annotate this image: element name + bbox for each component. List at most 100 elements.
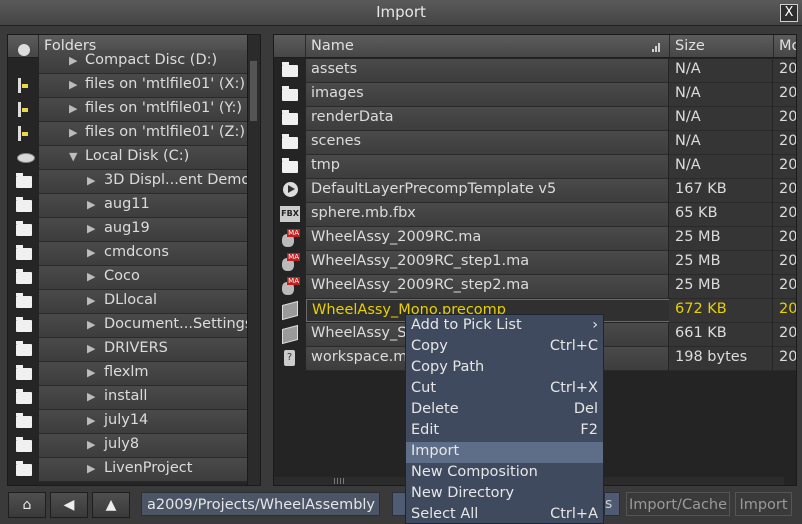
folder-tree-icon-cell — [8, 218, 38, 241]
collapsed-arrow-icon[interactable]: ▶ — [87, 174, 95, 187]
folder-tree-item[interactable]: ▶ 3D Displ...ent Demo — [8, 170, 250, 194]
file-size: 661 KB — [675, 325, 727, 341]
collapsed-arrow-icon[interactable]: ▶ — [87, 414, 95, 427]
folder-tree-item[interactable]: ▶ files on 'mtlfile01' (Z:) — [8, 122, 247, 146]
context-menu-item[interactable]: Copy Ctrl+C — [406, 337, 603, 358]
maya-file-icon: MA — [280, 277, 300, 296]
collapsed-arrow-icon[interactable]: ▶ — [87, 342, 95, 355]
folder-tree-item[interactable]: ▶ aug19 — [8, 218, 247, 242]
network-drive-icon — [18, 78, 28, 93]
column-header-size[interactable]: Size — [675, 38, 705, 54]
close-button[interactable]: X — [780, 4, 798, 22]
home-button[interactable]: ⌂ — [8, 492, 46, 518]
folder-tree-item[interactable]: ▶ july14 — [8, 410, 247, 434]
folders-scroll-thumb[interactable] — [250, 61, 257, 121]
back-button[interactable]: ◀ — [50, 492, 88, 518]
file-row[interactable]: FBX sphere.mb.fbx 65 KB 20 — [274, 203, 796, 227]
file-size: N/A — [675, 85, 701, 101]
path-field[interactable]: a2009/Projects/WheelAssembly — [141, 492, 380, 516]
file-row[interactable]: MA WheelAssy_2009RC_step2.ma 25 MB 20 — [274, 275, 796, 299]
folder-tree-label-cell: ▶ july8 — [39, 434, 247, 458]
file-row[interactable]: MA WheelAssy_2009RC_step1.ma 25 MB 20 — [274, 251, 796, 275]
file-size: N/A — [675, 109, 701, 125]
folder-tree-item[interactable]: ▶ files on 'mtlfile01' (Y:) — [8, 98, 247, 122]
folder-tree-label-cell: ▶ july14 — [39, 410, 247, 434]
context-menu-item[interactable]: New Directory — [406, 484, 603, 505]
context-menu-item[interactable]: Import — [406, 442, 603, 463]
folders-scrollbar[interactable] — [247, 35, 260, 485]
folder-tree-item[interactable]: ▶ Document...Settings — [8, 314, 252, 338]
file-size-cell: N/A — [669, 59, 772, 83]
collapsed-arrow-icon[interactable]: ▶ — [87, 246, 95, 259]
file-icon-cell — [274, 131, 305, 154]
file-row[interactable]: renderData N/A 20 — [274, 107, 796, 131]
file-modified-cell: 20 — [773, 179, 796, 203]
collapsed-arrow-icon[interactable]: ▶ — [69, 78, 77, 91]
folder-tree-item[interactable]: ▶ DLlocal — [8, 290, 247, 314]
column-header-modified[interactable]: Mo — [779, 38, 796, 54]
sort-icon[interactable] — [652, 42, 662, 52]
file-size: N/A — [675, 157, 701, 173]
folder-tree-item[interactable]: ▶ aug11 — [8, 194, 247, 218]
file-size: N/A — [675, 61, 701, 77]
file-modified: 20 — [779, 85, 797, 101]
folder-tree-item[interactable]: ▶ LivenProject — [8, 458, 247, 482]
column-header-name[interactable]: Name — [311, 38, 354, 54]
context-menu-item[interactable]: Edit F2 — [406, 421, 603, 442]
folder-tree-item[interactable]: ▶ install — [8, 386, 247, 410]
collapsed-arrow-icon[interactable]: ▶ — [87, 438, 95, 451]
context-menu-item[interactable]: Select All Ctrl+A — [406, 505, 603, 523]
collapsed-arrow-icon[interactable]: ▶ — [87, 390, 95, 403]
context-menu-item[interactable]: Copy Path — [406, 358, 603, 379]
context-menu-item[interactable]: Add to Pick List › — [406, 316, 603, 337]
folder-tree-item[interactable]: ▶ files on 'mtlfile01' (X:) — [8, 74, 247, 98]
folder-tree-label: july8 — [104, 436, 140, 452]
folder-tree-item[interactable]: ▶ july8 — [8, 434, 247, 458]
folder-tree-item[interactable]: ▶ DRIVERS — [8, 338, 247, 362]
file-modified-cell: 20 — [773, 251, 796, 275]
expanded-arrow-icon[interactable]: ▼ — [69, 150, 77, 163]
file-icon-cell — [274, 59, 305, 82]
collapsed-arrow-icon[interactable]: ▶ — [69, 54, 77, 67]
file-name-cell: WheelAssy_2009RC_step1.ma — [306, 251, 668, 275]
import-cache-button[interactable]: Import/Cache — [626, 492, 730, 516]
file-modified: 20 — [779, 229, 797, 245]
file-size-cell: 65 KB — [669, 203, 772, 227]
folder-tree-item[interactable]: ▶ Coco — [8, 266, 247, 290]
import-button[interactable]: Import — [735, 492, 792, 516]
collapsed-arrow-icon[interactable]: ▶ — [87, 222, 95, 235]
context-menu-item[interactable]: Cut Ctrl+X — [406, 379, 603, 400]
collapsed-arrow-icon[interactable]: ▶ — [87, 366, 95, 379]
folder-tree-item[interactable]: ▶ flexlm — [8, 362, 247, 386]
collapsed-arrow-icon[interactable]: ▶ — [87, 294, 95, 307]
collapsed-arrow-icon[interactable]: ▶ — [69, 102, 77, 115]
file-row[interactable]: scenes N/A 20 — [274, 131, 796, 155]
file-row[interactable]: assets N/A 20 — [274, 59, 796, 83]
folder-icon — [16, 173, 32, 188]
context-menu-item[interactable]: New Composition — [406, 463, 603, 484]
folder-tree-item[interactable]: ▼ Local Disk (C:) — [8, 146, 247, 170]
file-size-cell: 167 KB — [669, 179, 772, 203]
collapsed-arrow-icon[interactable]: ▶ — [87, 462, 95, 475]
folder-icon — [282, 134, 298, 149]
context-menu-item[interactable]: Delete Del — [406, 400, 603, 421]
folder-icon — [16, 437, 32, 452]
collapsed-arrow-icon[interactable]: ▶ — [87, 270, 95, 283]
file-row[interactable]: DefaultLayerPrecompTemplate v5 167 KB 20 — [274, 179, 796, 203]
collapsed-arrow-icon[interactable]: ▶ — [87, 198, 95, 211]
folder-tree-label-cell: ▶ DLlocal — [39, 290, 247, 314]
up-button[interactable]: ▲ — [92, 492, 130, 518]
file-row[interactable]: tmp N/A 20 — [274, 155, 796, 179]
folder-tree-item[interactable]: ▶ cmdcons — [8, 242, 247, 266]
collapsed-arrow-icon[interactable]: ▶ — [87, 318, 95, 331]
partial-button[interactable] — [392, 492, 406, 516]
partial-button-tail[interactable]: s — [604, 492, 620, 516]
folder-tree-item[interactable]: ▶ Compact Disc (D:) — [8, 44, 247, 74]
file-size-cell: N/A — [669, 107, 772, 131]
collapsed-arrow-icon[interactable]: ▶ — [69, 126, 77, 139]
context-menu-shortcut: Del — [573, 401, 598, 417]
file-row[interactable]: MA WheelAssy_2009RC.ma 25 MB 20 — [274, 227, 797, 251]
file-row[interactable]: images N/A 20 — [274, 83, 797, 107]
file-modified-cell: 20 — [773, 59, 796, 83]
folder-tree-label: july14 — [104, 412, 149, 428]
